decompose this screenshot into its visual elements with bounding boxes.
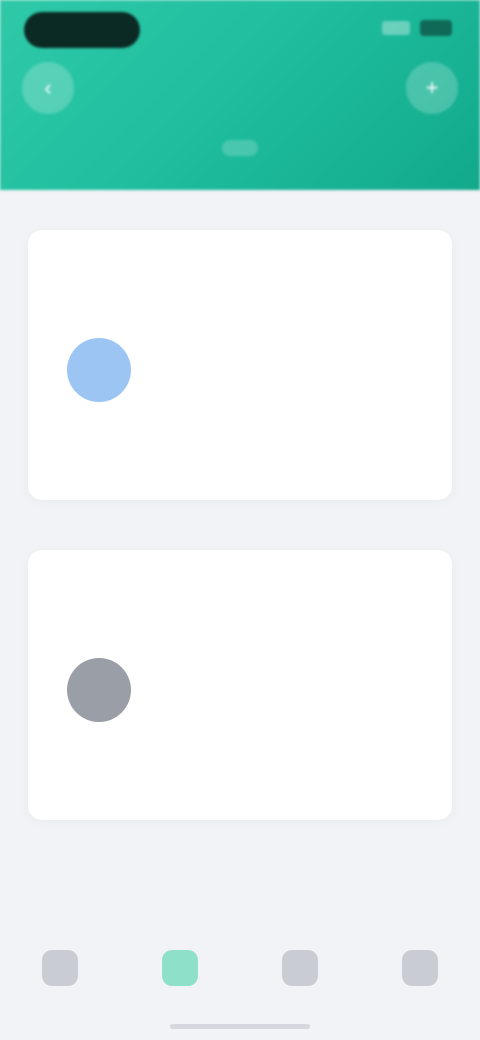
avatar [67,658,131,722]
person-item[interactable] [64,338,134,416]
back-button[interactable]: ‹ [22,62,74,114]
signal-icon [382,21,410,35]
avatar [67,338,131,402]
tabbar-item-discover[interactable] [255,950,345,994]
discover-icon [282,950,318,986]
status-time-pill [24,12,140,48]
profile-icon [402,950,438,986]
card-1 [28,230,452,500]
tab-1[interactable] [62,140,98,156]
battery-icon [420,20,452,36]
person-item[interactable] [64,658,134,736]
card-2 [28,550,452,820]
tabbar-item-contacts[interactable] [135,950,225,994]
header-tabs [0,128,480,168]
back-icon: ‹ [44,75,52,100]
home-indicator [170,1024,310,1029]
header: ‹ + [0,0,480,190]
add-icon: + [425,75,439,100]
status-icons [382,20,452,36]
tab-2[interactable] [222,140,258,156]
contacts-icon [162,950,198,986]
tab-3[interactable] [382,140,418,156]
add-button[interactable]: + [406,62,458,114]
main-content [0,190,480,910]
bottom-tab-bar [0,910,480,1040]
tabbar-item-profile[interactable] [375,950,465,994]
tabbar-item-home[interactable] [15,950,105,994]
home-icon [42,950,78,986]
